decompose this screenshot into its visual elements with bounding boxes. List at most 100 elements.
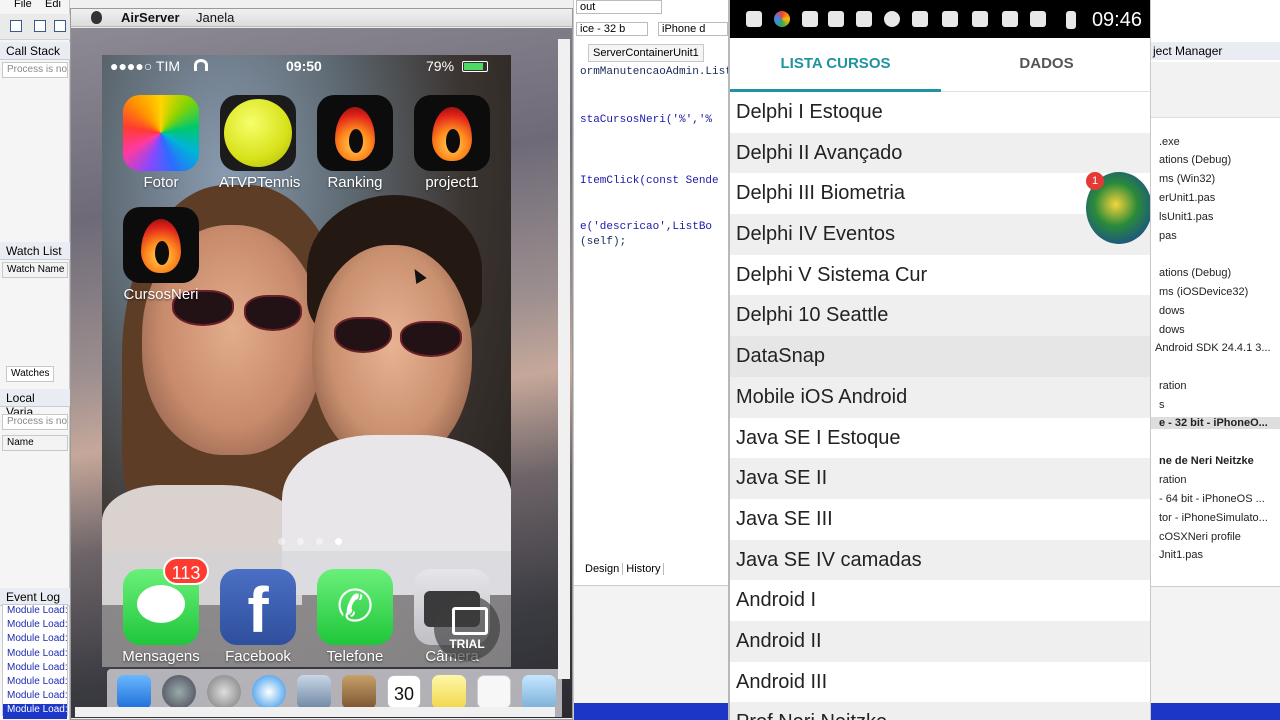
save-icon[interactable]: [54, 20, 66, 32]
system-preferences-icon[interactable]: [207, 675, 241, 709]
app-mensagens[interactable]: 113 Mensagens: [122, 557, 209, 665]
project-item[interactable]: ne de Neri Neitzke: [1159, 455, 1254, 467]
list-item[interactable]: Android III: [730, 662, 1150, 703]
notes-icon[interactable]: [432, 675, 466, 709]
tennis-ball-icon[interactable]: [220, 95, 296, 171]
code-line[interactable]: ItemClick(const Sende: [580, 175, 719, 187]
code-line[interactable]: staCursosNeri('%','%: [580, 114, 712, 126]
ide-toolbar: [0, 14, 70, 40]
contacts-icon[interactable]: [342, 675, 376, 709]
target-combo[interactable]: ice - 32 b: [576, 22, 648, 36]
launchpad-icon[interactable]: [162, 675, 196, 709]
reminders-icon[interactable]: [477, 675, 511, 709]
list-item[interactable]: Java SE III: [730, 499, 1150, 540]
tab-history[interactable]: History: [623, 563, 665, 575]
project-item[interactable]: ations (Debug): [1159, 154, 1231, 166]
event-log-item-selected[interactable]: Module Load:: [3, 704, 67, 719]
code-line[interactable]: (self);: [580, 236, 626, 248]
app-ranking[interactable]: Ranking: [316, 95, 394, 191]
project-item[interactable]: ms (iOSDevice32): [1159, 286, 1248, 298]
project-item[interactable]: Jnit1.pas: [1159, 549, 1203, 561]
project-item-active[interactable]: e - 32 bit - iPhoneO...: [1151, 417, 1280, 429]
maps-icon[interactable]: [522, 675, 556, 709]
list-item[interactable]: Prof Neri Neitzke: [730, 702, 1150, 720]
device-combo[interactable]: iPhone d: [658, 22, 728, 36]
event-log-item[interactable]: Module Load:: [3, 690, 67, 704]
usb-icon: [912, 11, 928, 27]
project-item[interactable]: s: [1159, 399, 1165, 411]
project-item[interactable]: - 64 bit - iPhoneOS ...: [1159, 493, 1265, 505]
local-name-column[interactable]: Name: [2, 435, 68, 451]
list-item[interactable]: DataSnap: [730, 336, 1150, 377]
vertical-scrollbar[interactable]: [558, 39, 570, 679]
project-item[interactable]: Android SDK 24.4.1 3...: [1155, 342, 1271, 354]
platform-combo[interactable]: out: [576, 0, 662, 14]
menu-edit[interactable]: Edi: [45, 0, 61, 10]
open-file-icon[interactable]: [34, 20, 46, 32]
list-item[interactable]: Delphi I Estoque: [730, 92, 1150, 133]
project-item[interactable]: ration: [1159, 380, 1187, 392]
event-log-list[interactable]: Module Load: Module Load: Module Load: M…: [2, 604, 68, 719]
app-facebook[interactable]: f Facebook: [219, 569, 297, 665]
project-item[interactable]: ations (Debug): [1159, 267, 1231, 279]
code-line[interactable]: e('descricao',ListBo: [580, 221, 712, 233]
event-log-item[interactable]: Module Load:: [3, 676, 67, 690]
facebook-icon[interactable]: f: [220, 569, 296, 645]
list-item[interactable]: Delphi V Sistema Cur: [730, 255, 1150, 296]
project-item[interactable]: pas: [1159, 230, 1177, 242]
list-item[interactable]: Android I: [730, 580, 1150, 621]
safari-icon[interactable]: [252, 675, 286, 709]
tab-watches[interactable]: Watches: [6, 366, 54, 382]
list-item[interactable]: Delphi 10 Seattle: [730, 295, 1150, 337]
event-log-item[interactable]: Module Load:: [3, 633, 67, 647]
list-item[interactable]: Java SE IV camadas: [730, 539, 1150, 581]
app-fotor[interactable]: Fotor: [122, 95, 200, 191]
project-item[interactable]: ration: [1159, 474, 1187, 486]
project-item[interactable]: dows: [1159, 305, 1185, 317]
phone-icon[interactable]: ✆: [317, 569, 393, 645]
code-line[interactable]: ormManutencaoAdmin.ListBo: [580, 66, 745, 78]
project-item[interactable]: erUnit1.pas: [1159, 192, 1215, 204]
event-log-item[interactable]: Module Load:: [3, 648, 67, 662]
flame-icon[interactable]: [317, 95, 393, 171]
list-item[interactable]: Delphi II Avançado: [730, 132, 1150, 174]
mail-icon[interactable]: [297, 675, 331, 709]
new-file-icon[interactable]: [10, 20, 22, 32]
window-menu[interactable]: Janela: [196, 10, 234, 25]
tab-server-container-unit[interactable]: ServerContainerUnit1: [588, 44, 704, 62]
app-label: CursosNeri: [123, 286, 199, 303]
project-item[interactable]: tor - iPhoneSimulato...: [1159, 512, 1268, 524]
project-item[interactable]: .exe: [1159, 136, 1180, 148]
list-item[interactable]: Java SE II: [730, 458, 1150, 499]
list-item[interactable]: Mobile iOS Android: [730, 376, 1150, 418]
app-cursosneri[interactable]: CursosNeri: [122, 207, 200, 303]
airserver-app-menu[interactable]: AirServer: [121, 10, 180, 25]
bottom-panel: [574, 585, 729, 703]
project-item[interactable]: ms (Win32): [1159, 173, 1215, 185]
tab-dados[interactable]: DADOS: [941, 38, 1150, 92]
event-log-item[interactable]: Module Load:: [3, 619, 67, 633]
carrier-label: ●●●●○ TIM: [110, 58, 181, 74]
finder-icon[interactable]: [117, 675, 151, 709]
project-item[interactable]: lsUnit1.pas: [1159, 211, 1213, 223]
flame-icon[interactable]: [414, 95, 490, 171]
app-telefone[interactable]: ✆ Telefone: [316, 569, 394, 665]
project-item[interactable]: cOSXNeri profile: [1159, 531, 1241, 543]
tab-lista-cursos[interactable]: LISTA CURSOS: [730, 38, 941, 92]
menu-file[interactable]: File: [14, 0, 32, 10]
list-item[interactable]: Java SE I Estoque: [730, 418, 1150, 459]
flame-icon[interactable]: [123, 207, 199, 283]
event-log-item[interactable]: Module Load:: [3, 605, 67, 619]
project-item[interactable]: dows: [1159, 324, 1185, 336]
tab-design[interactable]: Design: [582, 563, 624, 575]
event-log-item[interactable]: Module Load:: [3, 662, 67, 676]
horizontal-scrollbar[interactable]: [75, 707, 555, 717]
airserver-window: AirServer Janela ●●●●○ TIM 09:50 79% Fot…: [70, 8, 573, 720]
list-item[interactable]: Android II: [730, 620, 1150, 662]
app-atvptennis[interactable]: ATVPTennis: [219, 95, 300, 191]
app-project1[interactable]: project1: [413, 95, 491, 191]
calendar-icon[interactable]: 30: [387, 675, 421, 709]
fotor-icon[interactable]: [123, 95, 199, 171]
watch-name-column[interactable]: Watch Name: [2, 262, 68, 278]
apple-icon[interactable]: [91, 11, 102, 24]
